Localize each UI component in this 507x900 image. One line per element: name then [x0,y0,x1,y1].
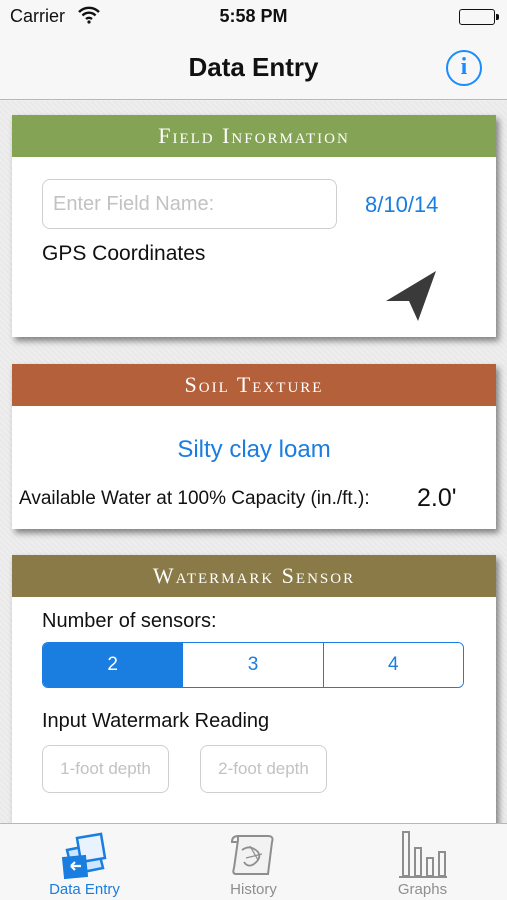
status-bar: Carrier 5:58 PM [0,0,507,34]
soil-texture-card: Soil Texture Silty clay loam Available W… [12,364,496,529]
battery-icon [459,9,499,25]
available-water-label: Available Water at 100% Capacity (in./ft… [19,488,370,509]
tab-graphs-label: Graphs [397,881,448,898]
date-label[interactable]: 8/10/14 [365,192,438,218]
graphs-icon [398,831,447,878]
watermark-sensor-header: Watermark Sensor [12,555,496,597]
location-arrow-icon[interactable] [382,265,442,325]
number-of-sensors-label: Number of sensors: [42,610,217,632]
available-water-value: 2.0' [417,484,457,512]
sensor-count-option-3[interactable]: 3 [183,643,324,687]
tab-graphs[interactable]: Graphs [338,824,507,900]
sensor-count-segmented-control: 2 3 4 [42,642,464,688]
sensor-count-option-4[interactable]: 4 [323,643,463,687]
tab-data-entry-label: Data Entry [49,881,120,898]
field-name-input[interactable] [42,179,337,229]
info-icon[interactable]: i [446,50,482,86]
tab-history-label: History [230,881,277,898]
tab-bar: Data Entry History Graphs [0,823,507,900]
one-foot-depth-input[interactable] [42,745,169,793]
data-entry-icon [61,832,106,880]
field-information-card: Field Information 8/10/14 GPS Coordinate… [12,115,496,337]
gps-coordinates-label: GPS Coordinates [42,242,206,265]
clock: 5:58 PM [219,6,288,26]
soil-type-button[interactable]: Silty clay loam [12,436,496,464]
page-title: Data Entry [188,52,319,82]
tab-data-entry[interactable]: Data Entry [0,824,169,900]
tab-history[interactable]: History [169,824,338,900]
watermark-sensor-card: Watermark Sensor Number of sensors: 2 3 … [12,555,496,823]
soil-texture-header: Soil Texture [12,364,496,406]
two-foot-depth-input[interactable] [200,745,327,793]
history-icon [230,835,273,875]
scroll-content[interactable]: Field Information 8/10/14 GPS Coordinate… [0,101,507,823]
field-information-header: Field Information [12,115,496,157]
navigation-bar: Data Entry i [0,34,507,100]
input-watermark-reading-label: Input Watermark Reading [42,710,270,732]
sensor-count-option-2[interactable]: 2 [43,643,184,687]
